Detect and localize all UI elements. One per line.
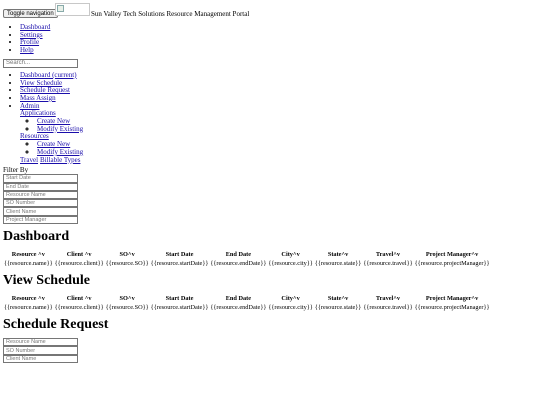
cell-resource-name: {{resource.name}} [4,303,53,311]
start-date-header: Start Date [165,294,194,302]
start-date-header: Start Date [165,250,194,258]
cell-so: {{resource.SO}} [105,259,149,267]
sort-client-header[interactable]: Client ^v [54,294,105,303]
cell-client: {{resource.client}} [54,303,104,311]
cell-end-date: {{resource.endDate}} [210,259,267,267]
cell-client: {{resource.client}} [54,259,104,267]
sort-resource-header[interactable]: Resource ^v [3,294,54,303]
sort-city-header[interactable]: City^v [267,250,313,259]
request-so-number-field[interactable] [3,346,78,355]
toggle-navigation-button[interactable]: Toggle navigation [3,9,58,18]
filter-end-date-field[interactable] [3,182,78,191]
top-nav: Dashboard Settings Profile Help [0,23,540,55]
brand-logo-image[interactable] [55,3,90,16]
cell-travel: {{resource.travel}} [363,303,413,311]
cell-state: {{resource.state}} [314,303,362,311]
sidebar-item-dashboard: Dashboard (current) [20,71,540,80]
dashboard-table: Resource ^v Client ^v SO^v Start Date En… [3,250,491,268]
top-nav-item-help: Help [20,46,540,55]
cell-end-date: {{resource.endDate}} [210,303,267,311]
sort-resource-header[interactable]: Resource ^v [3,250,54,259]
cell-project-manager: {{resource.projectManager}} [414,303,490,311]
table-row: {{resource.name}} {{resource.client}} {{… [3,259,491,268]
sidebar-item-schedule-request: Schedule Request [20,86,540,95]
sort-client-header[interactable]: Client ^v [54,250,105,259]
sidebar-item-view-schedule: View Schedule [20,79,540,88]
sort-travel-header[interactable]: Travel^v [362,250,413,259]
sidebar-nav: Dashboard (current) View Schedule Schedu… [0,71,540,165]
top-nav-item-profile: Profile [20,39,540,47]
sort-project-manager-header[interactable]: Project Manager^v [414,250,491,259]
top-nav-link-help[interactable]: Help [20,46,34,54]
table-row: {{resource.name}} {{resource.client}} {{… [3,303,491,312]
cell-so: {{resource.SO}} [105,303,149,311]
cell-resource-name: {{resource.name}} [4,259,53,267]
sort-so-header[interactable]: SO^v [105,250,150,259]
resources-item-create: Create New [37,140,540,149]
filter-so-number-field[interactable] [3,199,78,208]
cell-travel: {{resource.travel}} [363,259,413,267]
filter-by-label: Filter By [3,166,29,175]
filter-client-name-field[interactable] [3,207,78,216]
sort-travel-header[interactable]: Travel^v [362,294,413,303]
admin-link-travel[interactable]: Travel [20,156,38,164]
navbar: Toggle navigation Sun Valley Tech Soluti… [0,0,540,20]
resources-modify-existing-link[interactable]: Modify Existing [37,148,83,156]
top-nav-item-dashboard: Dashboard [20,23,540,32]
resources-submenu: Create New Modify Existing [20,140,540,157]
search-input[interactable] [3,58,78,68]
request-client-name-field[interactable] [3,354,78,363]
cell-start-date: {{resource.startDate}} [150,259,209,267]
end-date-header: End Date [225,250,252,258]
filter-project-manager-field[interactable] [3,215,78,225]
table-header-row: Resource ^v Client ^v SO^v Start Date En… [3,294,491,303]
table-header-row: Resource ^v Client ^v SO^v Start Date En… [3,250,491,259]
sidebar-item-mass-assign: Mass Assign [20,94,540,103]
sort-state-header[interactable]: State^v [314,294,363,303]
top-nav-item-settings: Settings [20,31,540,40]
sort-so-header[interactable]: SO^v [105,294,150,303]
admin-link-billable-types[interactable]: Billable Types [40,156,80,164]
travel-billable-row: Travel Billable Types [20,156,82,164]
cell-state: {{resource.state}} [314,259,362,267]
view-schedule-heading: View Schedule [3,273,90,289]
view-schedule-table: Resource ^v Client ^v SO^v Start Date En… [3,294,491,312]
cell-city: {{resource.city}} [268,259,313,267]
schedule-request-heading: Schedule Request [3,317,109,333]
applications-item-create: Create New [37,117,540,126]
sidebar-item-admin: Admin Applications Create New Modify Exi… [20,102,540,165]
cell-start-date: {{resource.startDate}} [150,303,209,311]
filter-start-date-field[interactable] [3,174,78,183]
brand-title[interactable]: Sun Valley Tech Solutions Resource Manag… [91,10,249,18]
applications-submenu: Create New Modify Existing [20,117,540,134]
applications-item-modify: Modify Existing [37,125,540,134]
cell-project-manager: {{resource.projectManager}} [414,259,490,267]
filter-resource-name-field[interactable] [3,190,78,200]
sort-city-header[interactable]: City^v [267,294,313,303]
cell-city: {{resource.city}} [268,303,313,311]
sort-state-header[interactable]: State^v [314,250,363,259]
sort-project-manager-header[interactable]: Project Manager^v [414,294,491,303]
end-date-header: End Date [225,294,252,302]
request-resource-name-field[interactable] [3,338,78,347]
resources-item-modify: Modify Existing [37,148,540,157]
dashboard-heading: Dashboard [3,229,70,245]
